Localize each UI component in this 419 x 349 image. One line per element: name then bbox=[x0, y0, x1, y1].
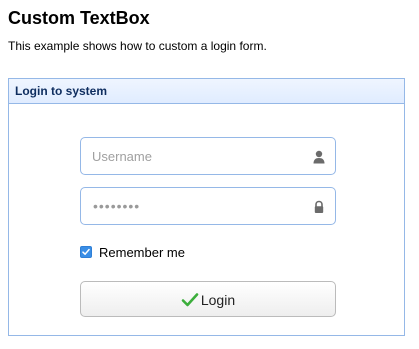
password-field[interactable]: •••••••• bbox=[80, 187, 336, 225]
user-icon bbox=[312, 150, 326, 164]
remember-me-checkbox[interactable] bbox=[80, 246, 92, 258]
lock-icon bbox=[312, 200, 326, 214]
remember-me-label: Remember me bbox=[99, 245, 185, 260]
login-button-label: Login bbox=[200, 292, 236, 308]
login-button[interactable]: Login bbox=[80, 281, 336, 317]
login-panel: Login to system •••••••• Remember me bbox=[8, 78, 405, 336]
panel-header: Login to system bbox=[9, 79, 404, 104]
page-title: Custom TextBox bbox=[8, 8, 150, 28]
username-field[interactable] bbox=[80, 137, 336, 175]
username-input[interactable] bbox=[81, 138, 301, 174]
password-input[interactable]: •••••••• bbox=[93, 199, 140, 213]
login-button-content: Login bbox=[181, 290, 235, 310]
page-description: This example shows how to custom a login… bbox=[8, 39, 267, 53]
check-icon bbox=[181, 292, 199, 308]
